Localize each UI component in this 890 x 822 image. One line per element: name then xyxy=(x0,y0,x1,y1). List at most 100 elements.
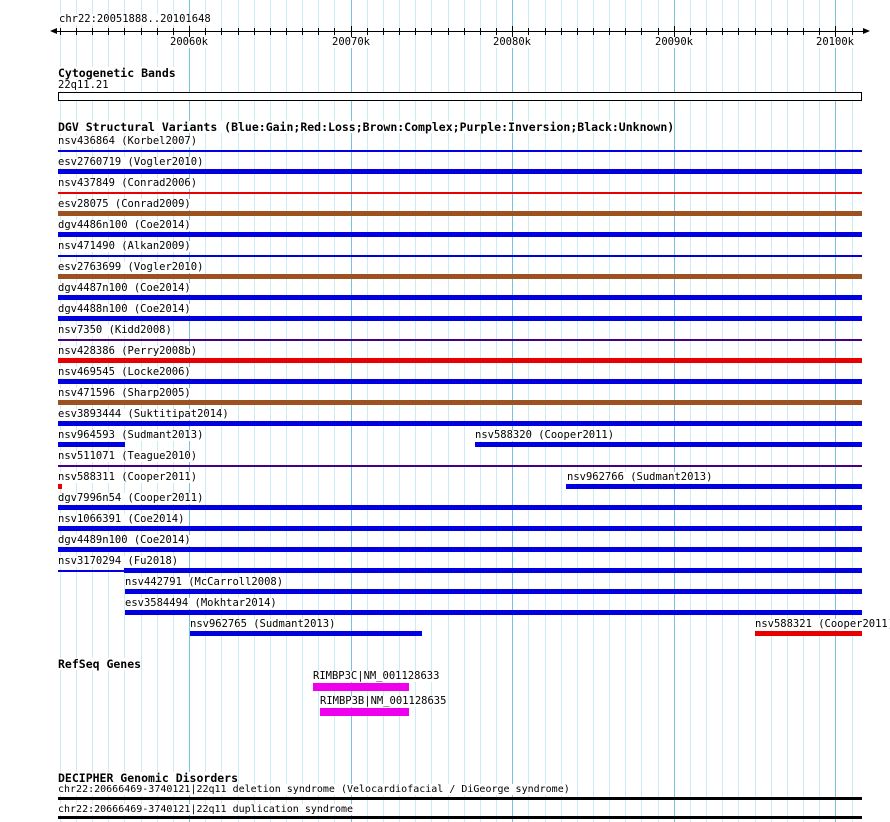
variant-label[interactable]: nsv437849 (Conrad2006) xyxy=(58,178,198,189)
gridline-major xyxy=(835,0,836,822)
disorder-bar[interactable] xyxy=(58,816,862,819)
ruler-minor-tick xyxy=(141,28,142,35)
gridline-minor xyxy=(755,0,756,822)
variant-bar[interactable] xyxy=(58,570,124,572)
ruler-minor-tick xyxy=(722,28,723,35)
gene-bar[interactable] xyxy=(320,708,409,716)
ruler-minor-tick xyxy=(92,28,93,35)
gene-label[interactable]: RIMBP3C|NM_001128633 xyxy=(313,671,440,682)
variant-bar[interactable] xyxy=(58,421,862,426)
variant-label[interactable]: nsv964593 (Sudmant2013) xyxy=(58,430,204,441)
variant-bar[interactable] xyxy=(58,358,862,363)
variant-bar[interactable] xyxy=(58,339,862,341)
ruler-minor-tick xyxy=(76,28,77,35)
variant-label[interactable]: esv2760719 (Vogler2010) xyxy=(58,157,204,168)
ruler-minor-tick xyxy=(448,28,449,35)
variant-bar[interactable] xyxy=(58,465,862,467)
ruler-minor-tick xyxy=(625,28,626,35)
variant-label[interactable]: nsv3170294 (Fu2018) xyxy=(58,556,179,567)
variant-bar[interactable] xyxy=(58,150,862,152)
variant-bar[interactable] xyxy=(475,442,862,447)
variant-label[interactable]: nsv7350 (Kidd2008) xyxy=(58,325,172,336)
variant-label[interactable]: nsv588320 (Cooper2011) xyxy=(475,430,615,441)
variant-bar[interactable] xyxy=(58,484,62,489)
variant-label[interactable]: nsv588321 (Cooper2011) xyxy=(755,619,890,630)
ruler-minor-tick xyxy=(738,28,739,35)
cytoband-box[interactable] xyxy=(58,92,862,101)
gridline-minor xyxy=(852,0,853,822)
gridline-minor xyxy=(803,0,804,822)
variant-label[interactable]: nsv962765 (Sudmant2013) xyxy=(190,619,336,630)
variant-bar[interactable] xyxy=(124,568,862,573)
variant-label[interactable]: dgv4489n100 (Coe2014) xyxy=(58,535,191,546)
variant-bar[interactable] xyxy=(566,484,862,489)
variant-label[interactable]: nsv471490 (Alkan2009) xyxy=(58,241,191,252)
variant-bar[interactable] xyxy=(125,610,862,615)
variant-label[interactable]: nsv588311 (Cooper2011) xyxy=(58,472,198,483)
gridline-minor xyxy=(787,0,788,822)
ruler-minor-tick xyxy=(270,28,271,35)
variant-label[interactable]: nsv428386 (Perry2008b) xyxy=(58,346,198,357)
variant-label[interactable]: nsv442791 (McCarroll2008) xyxy=(125,577,284,588)
gene-label[interactable]: RIMBP3B|NM_001128635 xyxy=(320,696,447,707)
variant-bar[interactable] xyxy=(58,274,862,279)
ruler-minor-tick xyxy=(108,28,109,35)
ruler-minor-tick xyxy=(787,28,788,35)
disorder-label[interactable]: chr22:20666469-3740121|22q11 duplication… xyxy=(58,804,354,815)
variant-label[interactable]: esv3584494 (Mokhtar2014) xyxy=(125,598,277,609)
ruler-minor-tick xyxy=(383,28,384,35)
variant-label[interactable]: nsv962766 (Sudmant2013) xyxy=(567,472,713,483)
variant-label[interactable]: dgv4486n100 (Coe2014) xyxy=(58,220,191,231)
ruler-minor-tick xyxy=(593,28,594,35)
variant-label[interactable]: dgv7996n54 (Cooper2011) xyxy=(58,493,204,504)
variant-label[interactable]: nsv1066391 (Coe2014) xyxy=(58,514,185,525)
variant-bar[interactable] xyxy=(58,169,862,174)
variant-label[interactable]: esv28075 (Conrad2009) xyxy=(58,199,191,210)
ruler-line xyxy=(57,31,863,32)
disorder-label[interactable]: chr22:20666469-3740121|22q11 deletion sy… xyxy=(58,784,570,795)
variant-bar[interactable] xyxy=(58,232,862,237)
ruler-minor-tick xyxy=(577,28,578,35)
variant-bar[interactable] xyxy=(125,589,862,594)
variant-bar[interactable] xyxy=(58,526,862,531)
ruler-minor-tick xyxy=(690,28,691,35)
variant-bar[interactable] xyxy=(755,631,862,636)
ruler-minor-tick xyxy=(367,28,368,35)
gridline-minor xyxy=(722,0,723,822)
ruler-minor-tick xyxy=(238,28,239,35)
gridline-minor xyxy=(771,0,772,822)
variant-bar[interactable] xyxy=(190,631,422,636)
gridline-minor xyxy=(819,0,820,822)
ruler-minor-tick xyxy=(157,28,158,35)
ruler-minor-tick xyxy=(286,28,287,35)
variant-label[interactable]: nsv469545 (Locke2006) xyxy=(58,367,191,378)
variant-bar[interactable] xyxy=(58,316,862,321)
ruler-minor-tick xyxy=(254,28,255,35)
variant-bar[interactable] xyxy=(58,192,862,194)
variant-label[interactable]: dgv4488n100 (Coe2014) xyxy=(58,304,191,315)
disorder-bar[interactable] xyxy=(58,797,862,800)
ruler-tick-label: 20060k xyxy=(170,36,208,48)
variant-label[interactable]: esv3893444 (Suktitipat2014) xyxy=(58,409,229,420)
variant-label[interactable]: dgv4487n100 (Coe2014) xyxy=(58,283,191,294)
variant-bar[interactable] xyxy=(58,379,862,384)
variant-bar[interactable] xyxy=(58,295,862,300)
variant-bar[interactable] xyxy=(58,547,862,552)
variant-label[interactable]: esv2763699 (Vogler2010) xyxy=(58,262,204,273)
variant-label[interactable]: nsv511071 (Teague2010) xyxy=(58,451,198,462)
cytobands-header: Cytogenetic Bands xyxy=(58,66,176,80)
genome-browser-canvas: chr22:20051888..20101648 20060k 20070k 200… xyxy=(0,0,890,822)
variant-bar[interactable] xyxy=(58,211,862,216)
gridline-minor xyxy=(738,0,739,822)
ruler-tick-label: 20070k xyxy=(332,36,370,48)
variant-label[interactable]: nsv436864 (Korbel2007) xyxy=(58,136,198,147)
variant-bar[interactable] xyxy=(58,505,862,510)
gene-bar[interactable] xyxy=(313,683,409,691)
variant-bar[interactable] xyxy=(58,400,862,405)
ruler-minor-tick xyxy=(545,28,546,35)
variant-bar[interactable] xyxy=(58,442,125,447)
ruler-minor-tick xyxy=(771,28,772,35)
variant-label[interactable]: nsv471596 (Sharp2005) xyxy=(58,388,191,399)
variant-bar[interactable] xyxy=(58,255,862,257)
gridline-minor xyxy=(690,0,691,822)
